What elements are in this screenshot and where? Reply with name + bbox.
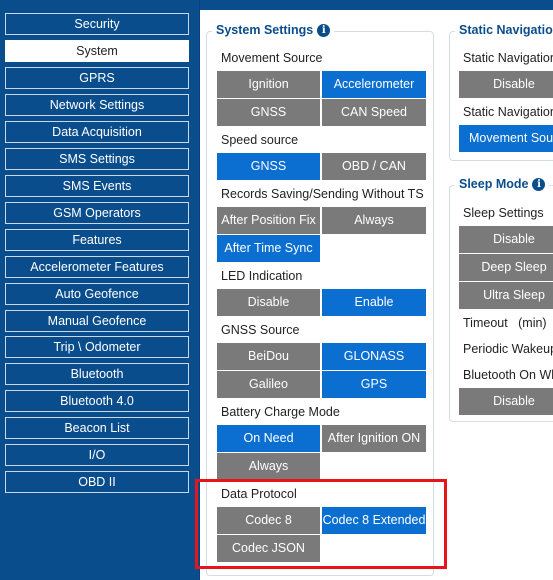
records-after-position-fix-button[interactable]: After Position Fix [217, 207, 320, 234]
system-settings-title: System Settings i [212, 23, 335, 37]
sidebar-item-manual-geofence[interactable]: Manual Geofence [5, 310, 189, 332]
sidebar-item-system[interactable]: System [5, 40, 189, 62]
info-icon[interactable]: i [532, 178, 546, 191]
sidebar-item-bluetooth-4[interactable]: Bluetooth 4.0 [5, 390, 189, 412]
sleep-settings-label: Sleep Settings [463, 206, 544, 220]
battery-on-need-button[interactable]: On Need [217, 425, 320, 452]
sleep-ultra-sleep-button[interactable]: Ultra Sleep [459, 282, 553, 309]
static-navigation-settings-label: Static Navigation [463, 105, 553, 119]
sidebar: Security System GPRS Network Settings Da… [0, 0, 200, 580]
bluetooth-on-label: Bluetooth On Wh [463, 368, 553, 382]
gnss-galileo-button[interactable]: Galileo [217, 371, 320, 398]
sidebar-item-data-acquisition[interactable]: Data Acquisition [5, 121, 189, 143]
gnss-glonass-button[interactable]: GLONASS [322, 343, 426, 370]
led-enable-button[interactable]: Enable [322, 289, 426, 316]
movement-source-label: Movement Source [221, 51, 323, 65]
static-navigation-movement-source-button[interactable]: Movement Sour [459, 125, 553, 152]
static-navigation-label: Static Navigation [463, 51, 553, 65]
sidebar-item-network-settings[interactable]: Network Settings [5, 94, 189, 116]
records-always-button[interactable]: Always [322, 207, 426, 234]
gnss-beidou-button[interactable]: BeiDou [217, 343, 320, 370]
timeout-label: Timeout (min) [463, 316, 547, 330]
movement-gnss-button[interactable]: GNSS [217, 99, 320, 126]
sleep-mode-title-text: Sleep Mode [459, 177, 529, 191]
movement-ignition-button[interactable]: Ignition [217, 71, 320, 98]
speed-source-label: Speed source [221, 133, 299, 147]
speed-obd-can-button[interactable]: OBD / CAN [322, 153, 426, 180]
data-protocol-highlight [195, 479, 447, 569]
static-navigation-title: Static Navigation [455, 23, 553, 37]
battery-after-ignition-on-button[interactable]: After Ignition ON [322, 425, 426, 452]
led-disable-button[interactable]: Disable [217, 289, 320, 316]
speed-gnss-button[interactable]: GNSS [217, 153, 320, 180]
sidebar-item-gprs[interactable]: GPRS [5, 67, 189, 89]
periodic-wakeup-label: Periodic Wakeup [463, 342, 553, 356]
sidebar-item-io[interactable]: I/O [5, 444, 189, 466]
sidebar-item-beacon-list[interactable]: Beacon List [5, 417, 189, 439]
led-indication-label: LED Indication [221, 269, 303, 283]
timeout-label-text: Timeout [463, 316, 508, 330]
timeout-unit: (min) [518, 316, 547, 330]
movement-can-speed-button[interactable]: CAN Speed [322, 99, 426, 126]
system-settings-title-text: System Settings [216, 23, 314, 37]
static-navigation-disable-button[interactable]: Disable [459, 71, 553, 98]
sidebar-item-features[interactable]: Features [5, 229, 189, 251]
sleep-deep-sleep-button[interactable]: Deep Sleep [459, 254, 553, 281]
records-saving-label: Records Saving/Sending Without TS [221, 187, 424, 201]
top-bar [200, 0, 553, 10]
sidebar-item-trip-odometer[interactable]: Trip \ Odometer [5, 336, 189, 358]
battery-always-button[interactable]: Always [217, 453, 320, 480]
sidebar-item-gsm-operators[interactable]: GSM Operators [5, 202, 189, 224]
sidebar-item-security[interactable]: Security [5, 13, 189, 35]
gnss-source-label: GNSS Source [221, 323, 300, 337]
sleep-disable-button[interactable]: Disable [459, 226, 553, 253]
records-after-time-sync-button[interactable]: After Time Sync [217, 235, 320, 262]
sidebar-item-obd-ii[interactable]: OBD II [5, 471, 189, 493]
gnss-gps-button[interactable]: GPS [322, 371, 426, 398]
movement-accelerometer-button[interactable]: Accelerometer [322, 71, 426, 98]
sidebar-item-accelerometer-features[interactable]: Accelerometer Features [5, 256, 189, 278]
sidebar-item-sms-settings[interactable]: SMS Settings [5, 148, 189, 170]
sleep-mode-title: Sleep Mode i [455, 177, 550, 191]
info-icon[interactable]: i [317, 24, 331, 37]
bluetooth-disable-button[interactable]: Disable [459, 388, 553, 415]
sidebar-item-auto-geofence[interactable]: Auto Geofence [5, 283, 189, 305]
battery-charge-mode-label: Battery Charge Mode [221, 405, 340, 419]
sidebar-item-bluetooth[interactable]: Bluetooth [5, 363, 189, 385]
sidebar-item-sms-events[interactable]: SMS Events [5, 175, 189, 197]
